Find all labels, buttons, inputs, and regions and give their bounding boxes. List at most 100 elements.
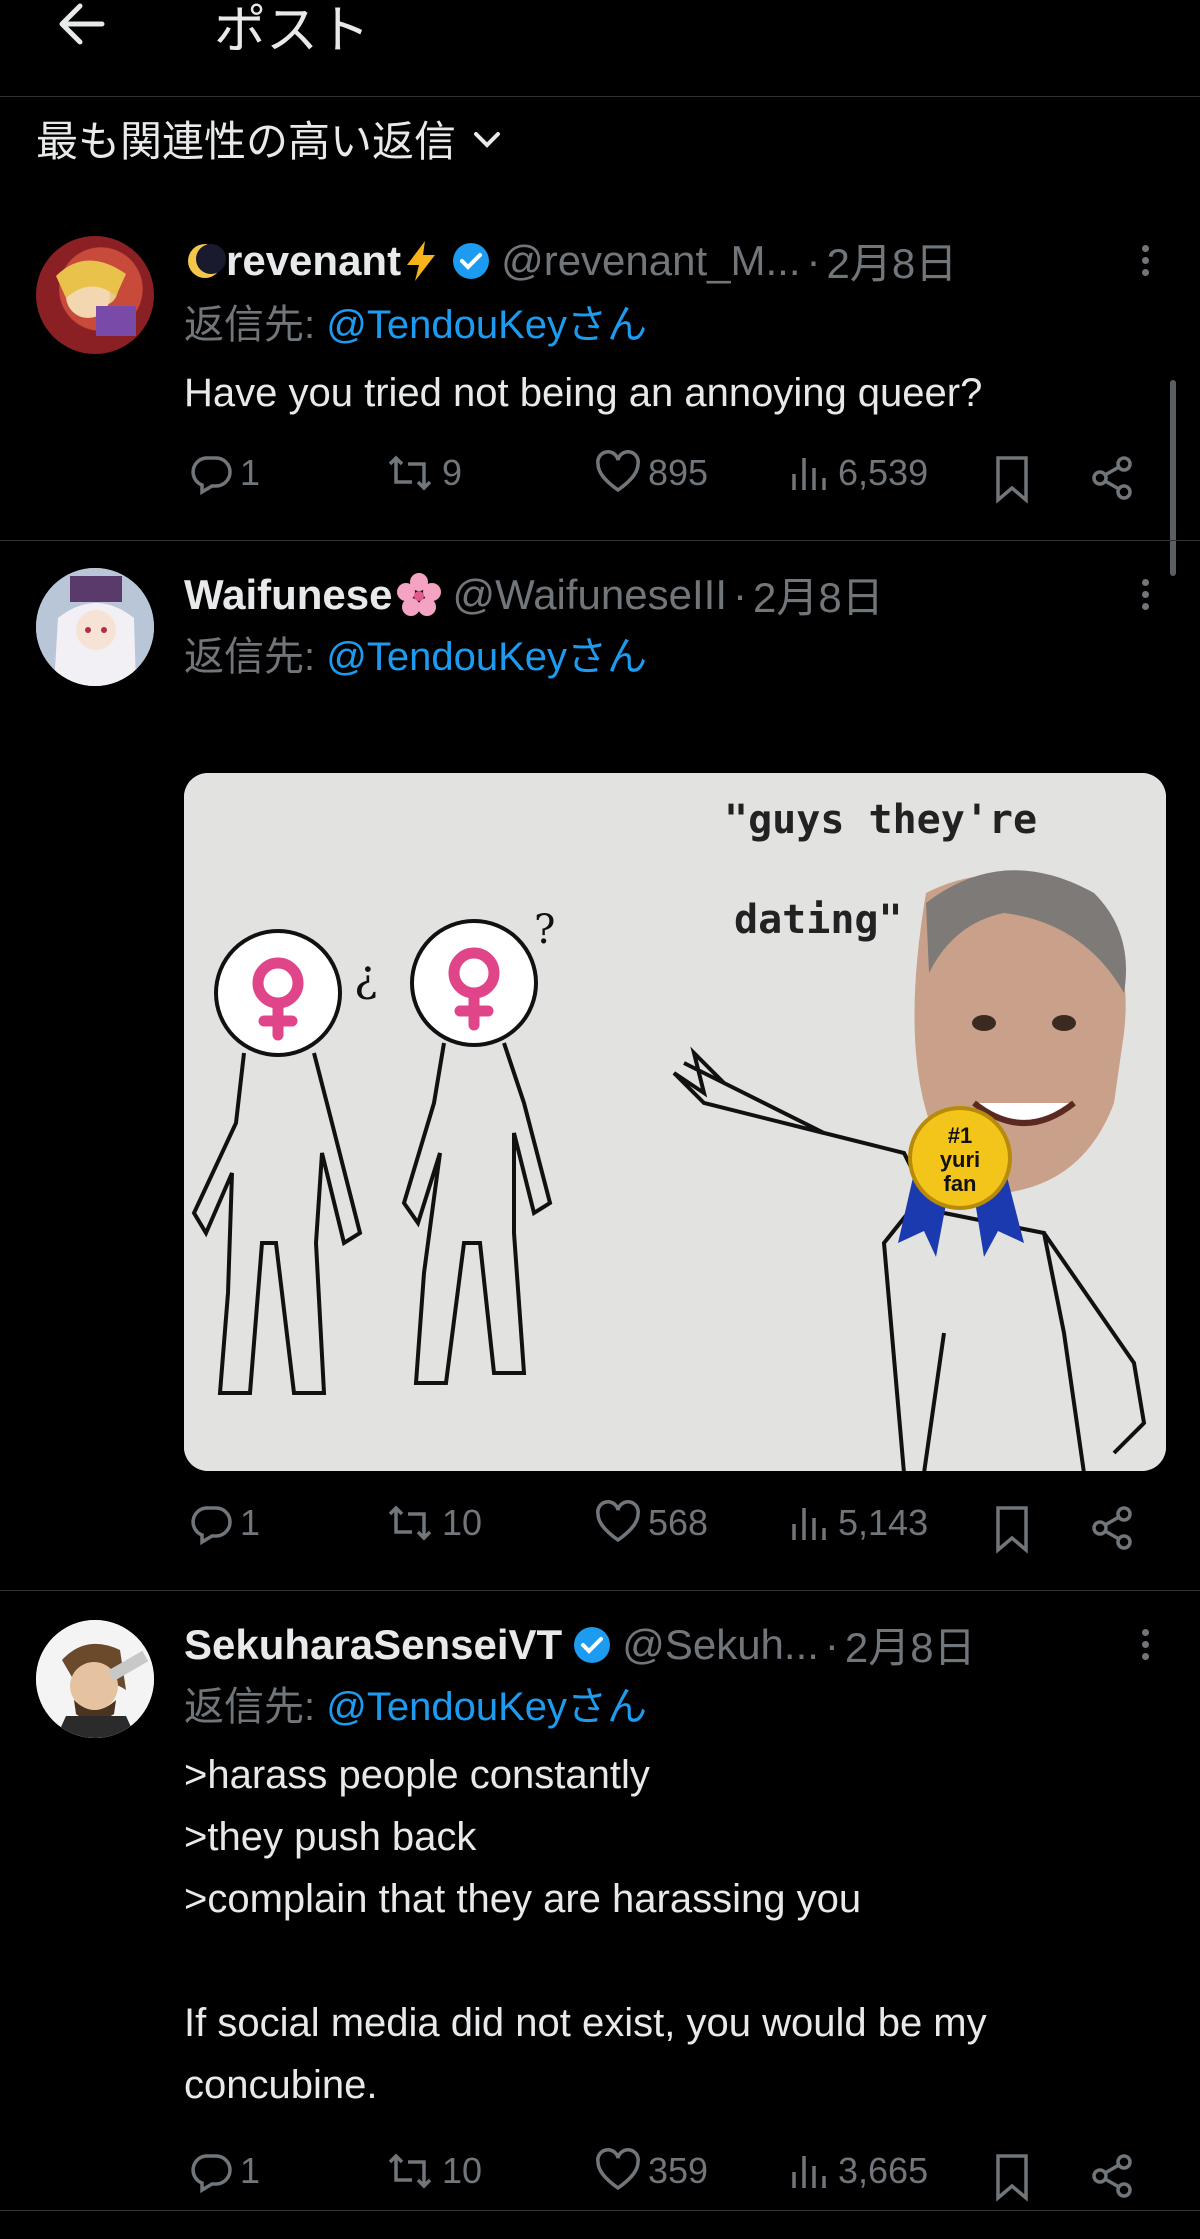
reply-tweet[interactable]: revenant @revenant_M... · 2月8日 返信先: @Ten…: [0, 200, 1200, 541]
reply-count: 1: [240, 1502, 261, 1543]
badge-line1: #1: [948, 1123, 972, 1148]
retweet-icon: [388, 455, 432, 491]
share-icon[interactable]: [1088, 2152, 1136, 2200]
top-bar: ポスト: [0, 0, 1200, 97]
retweet-button[interactable]: 9: [384, 450, 462, 496]
badge-line2: yuri: [940, 1147, 980, 1172]
replying-to: 返信先: @TendouKeyさん: [184, 1674, 647, 1732]
views-icon: [792, 2156, 826, 2188]
question-mark: ?: [534, 907, 555, 953]
retweet-count: 10: [442, 2150, 483, 2191]
reply-button[interactable]: 1: [188, 1500, 260, 1546]
action-bar: 1 10 359 3,665: [184, 2148, 1134, 2208]
user-handle[interactable]: @revenant_M...: [501, 237, 800, 285]
replying-to: 返信先: @TendouKeyさん: [184, 292, 647, 350]
bookmark-icon[interactable]: [992, 1504, 1032, 1554]
user-handle[interactable]: @WaifuneseIII: [452, 571, 727, 619]
reply-tweet[interactable]: SekuharaSenseiVT @Sekuh... · 2月8日 返信先: @…: [0, 1590, 1200, 2211]
retweet-button[interactable]: 10: [384, 1500, 482, 1546]
verified-badge-icon: [574, 1626, 611, 1663]
avatar[interactable]: [36, 236, 154, 354]
tweet-header: SekuharaSenseiVT @Sekuh... · 2月8日: [184, 1614, 976, 1675]
avatar[interactable]: [36, 1620, 154, 1738]
reply-mention[interactable]: @TendouKey: [326, 635, 567, 679]
reply-tweet[interactable]: Waifunese @WaifuneseIII · 2月8日 返信先: @Ten…: [0, 540, 1200, 1591]
reply-icon: [191, 1506, 232, 1546]
page-title: ポスト: [214, 2, 371, 60]
sort-label: 最も関連性の高い返信: [36, 118, 457, 165]
reply-mention[interactable]: @TendouKey: [326, 1685, 567, 1729]
reply-prefix: 返信先:: [184, 303, 327, 347]
views-button[interactable]: 3,665: [788, 2148, 928, 2194]
like-count: 895: [648, 452, 709, 493]
reply-button[interactable]: 1: [188, 2148, 260, 2194]
retweet-count: 10: [442, 1502, 483, 1543]
reply-count: 1: [240, 2150, 261, 2191]
like-button[interactable]: 359: [594, 2148, 708, 2194]
tweet-date[interactable]: 2月8日: [827, 230, 958, 291]
share-icon[interactable]: [1088, 1504, 1136, 1552]
heart-icon: [596, 1500, 640, 1543]
like-button[interactable]: 895: [594, 450, 708, 496]
user-handle[interactable]: @Sekuh...: [622, 1621, 819, 1669]
tweet-header: Waifunese @WaifuneseIII · 2月8日: [184, 564, 884, 625]
verified-badge-icon: [453, 242, 490, 279]
cherry-blossom-icon: [397, 572, 442, 616]
share-icon[interactable]: [1088, 454, 1136, 502]
action-bar: 1 9 895 6,539: [184, 450, 1134, 510]
views-button[interactable]: 6,539: [788, 450, 928, 496]
display-name[interactable]: SekuharaSenseiVT: [184, 1621, 562, 1669]
avatar[interactable]: [36, 568, 154, 686]
tweet-image[interactable]: ¿ ? "guys they're dating" #1 yuri fan: [184, 773, 1166, 1471]
crescent-moon-icon: [188, 243, 226, 278]
view-count: 3,665: [838, 2150, 929, 2191]
views-icon: [792, 1508, 826, 1540]
retweet-icon: [388, 2153, 432, 2189]
like-count: 568: [648, 1502, 709, 1543]
view-count: 6,539: [838, 452, 929, 493]
retweet-button[interactable]: 10: [384, 2148, 482, 2194]
badge-line3: fan: [944, 1171, 977, 1196]
bookmark-icon[interactable]: [992, 2152, 1032, 2202]
tweet-date[interactable]: 2月8日: [753, 564, 884, 625]
sort-dropdown[interactable]: 最も関連性の高い返信: [36, 108, 504, 169]
bookmark-icon[interactable]: [992, 454, 1032, 504]
chevron-down-icon: [474, 131, 501, 148]
tweet-text: >harass people constantly >they push bac…: [184, 1753, 987, 2107]
reply-prefix: 返信先:: [184, 635, 327, 679]
views-button[interactable]: 5,143: [788, 1500, 928, 1546]
reply-suffix: さん: [567, 303, 647, 347]
tweet-text: Have you tried not being an annoying que…: [184, 371, 983, 415]
image-caption-line2: dating": [734, 897, 903, 943]
views-icon: [792, 458, 826, 490]
lightning-icon: [407, 240, 436, 281]
inverted-question-mark: ¿: [354, 951, 378, 1002]
reply-prefix: 返信先:: [184, 1685, 327, 1729]
heart-icon: [596, 2148, 640, 2191]
separator: ·: [733, 570, 748, 618]
heart-icon: [596, 450, 640, 493]
reply-icon: [191, 2154, 232, 2194]
reply-button[interactable]: 1: [188, 450, 260, 496]
like-button[interactable]: 568: [594, 1500, 708, 1546]
back-arrow-icon[interactable]: [52, 0, 112, 54]
reply-suffix: さん: [567, 635, 647, 679]
display-name[interactable]: Waifunese: [184, 571, 392, 619]
more-options-icon[interactable]: [1142, 240, 1154, 281]
tweet-header: revenant @revenant_M... · 2月8日: [184, 230, 957, 291]
image-caption-line1: "guys they're: [724, 797, 1037, 843]
like-count: 359: [648, 2150, 709, 2191]
retweet-icon: [388, 1505, 432, 1541]
reply-suffix: さん: [567, 1685, 647, 1729]
reply-icon: [191, 456, 232, 496]
display-name[interactable]: revenant: [226, 237, 401, 285]
separator: ·: [806, 236, 821, 284]
reply-mention[interactable]: @TendouKey: [326, 303, 567, 347]
tweet-date[interactable]: 2月8日: [845, 1614, 976, 1675]
more-options-icon[interactable]: [1142, 1624, 1154, 1665]
view-count: 5,143: [838, 1502, 929, 1543]
reply-count: 1: [240, 452, 261, 493]
separator: ·: [824, 1620, 839, 1668]
more-options-icon[interactable]: [1142, 574, 1154, 615]
action-bar: 1 10 568 5,143: [184, 1500, 1134, 1560]
